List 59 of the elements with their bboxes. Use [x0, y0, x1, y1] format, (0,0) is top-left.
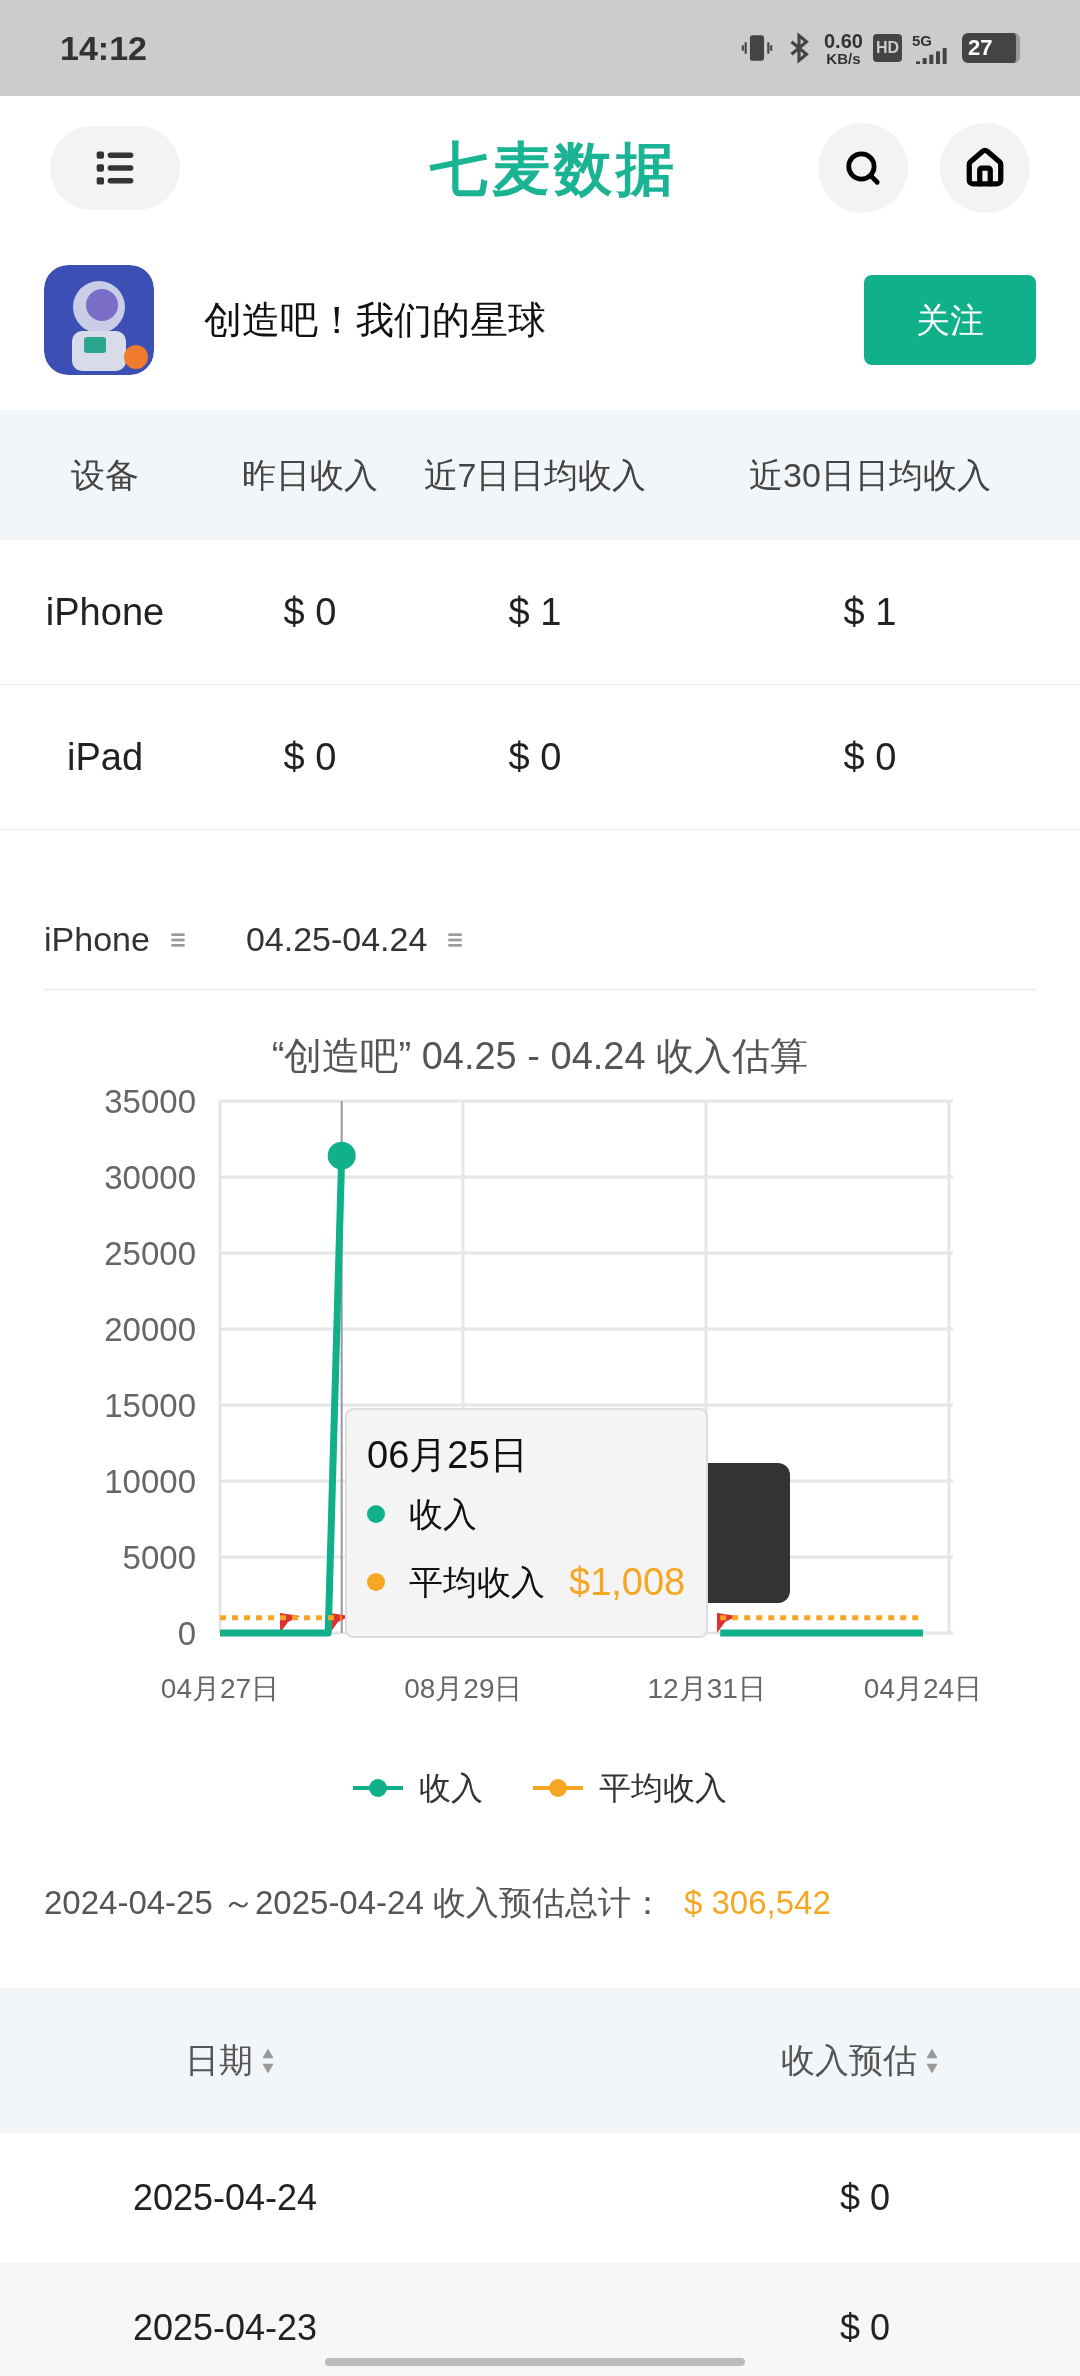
app-name: 创造吧！我们的星球 [204, 297, 547, 343]
table-cell-text: $ 0 [842, 734, 898, 780]
column-header: 近7日日均收入 [422, 454, 648, 496]
total-value: $ 306,542 [683, 1883, 831, 1924]
hd-badge: HD [872, 34, 902, 62]
y-tick-label: 5000 [122, 1539, 196, 1576]
app-icon [44, 265, 154, 375]
filter-dropdown[interactable]: 04.25-04.24 [245, 914, 464, 965]
x-tick-label: 08月29日 [404, 1673, 523, 1704]
menu-icon [447, 931, 464, 948]
column-header: 近30日日均收入 [748, 454, 992, 496]
sort-icon[interactable] [925, 2046, 939, 2075]
table-cell-text: $ 1 [842, 589, 898, 635]
chart-title: “创造吧” 04.25 - 04.24 收入估算 [270, 1034, 810, 1079]
sortable-column-header[interactable]: 日期 [0, 2035, 540, 2086]
home-icon [964, 147, 1006, 189]
table-cell-text: $ 0 [282, 734, 338, 780]
speed-value: 0.60 [823, 30, 863, 51]
table-cell-text: iPhone [44, 589, 166, 635]
series-value: $1,008 [569, 1559, 686, 1605]
y-tick-label: 15000 [104, 1387, 196, 1424]
table-cell-text: $ 0 [838, 2176, 891, 2220]
table-cell-text: 2025-04-24 [131, 2176, 319, 2220]
network-label: 5G [912, 32, 933, 48]
y-tick-label: 25000 [104, 1235, 196, 1272]
search-icon [844, 149, 882, 187]
y-tick-label: 30000 [104, 1159, 196, 1196]
battery-indicator: 27 [962, 33, 1020, 63]
legend-marker-icon [533, 1778, 583, 1798]
menu-icon [169, 931, 186, 948]
logo: 七麦数据 [430, 134, 678, 203]
x-tick-label: 12月31日 [647, 1673, 766, 1704]
speed-unit: KB/s [826, 50, 861, 66]
total-label: 2024-04-25 ～2025-04-24 收入预估总计： [44, 1883, 664, 1924]
y-tick-label: 0 [177, 1615, 196, 1652]
legend-item[interactable]: 平均收入 [533, 1764, 727, 1812]
sortable-column-header[interactable]: 收入预估 [540, 2035, 1080, 2086]
legend-marker-icon [353, 1778, 403, 1798]
filter-dropdown[interactable]: iPhone [44, 914, 186, 965]
column-header: 设备 [70, 454, 140, 496]
x-tick-label: 04月24日 [863, 1673, 983, 1704]
y-tick-label: 35000 [104, 1088, 196, 1120]
table-cell-text: $ 0 [282, 589, 338, 635]
table-cell-text: $ 1 [507, 589, 563, 635]
table-cell-text: iPad [65, 734, 145, 780]
table-cell-text: $ 0 [507, 734, 563, 780]
y-tick-label: 10000 [104, 1463, 196, 1500]
sort-icon[interactable] [261, 2046, 275, 2075]
x-tick-label: 04月27日 [160, 1673, 280, 1704]
y-tick-label: 20000 [104, 1311, 196, 1348]
highlight-point [327, 1141, 356, 1170]
table-cell-text: $ 0 [838, 2306, 891, 2350]
legend-item[interactable]: 收入 [353, 1764, 483, 1812]
column-header: 昨日收入 [241, 454, 379, 496]
series-name: 平均收入 [409, 1561, 545, 1603]
table-cell-text: 2025-04-23 [131, 2306, 319, 2350]
tooltip-date: 06月25日 [367, 1433, 529, 1478]
clock: 14:12 [60, 27, 147, 69]
series-name: 收入 [409, 1493, 477, 1535]
